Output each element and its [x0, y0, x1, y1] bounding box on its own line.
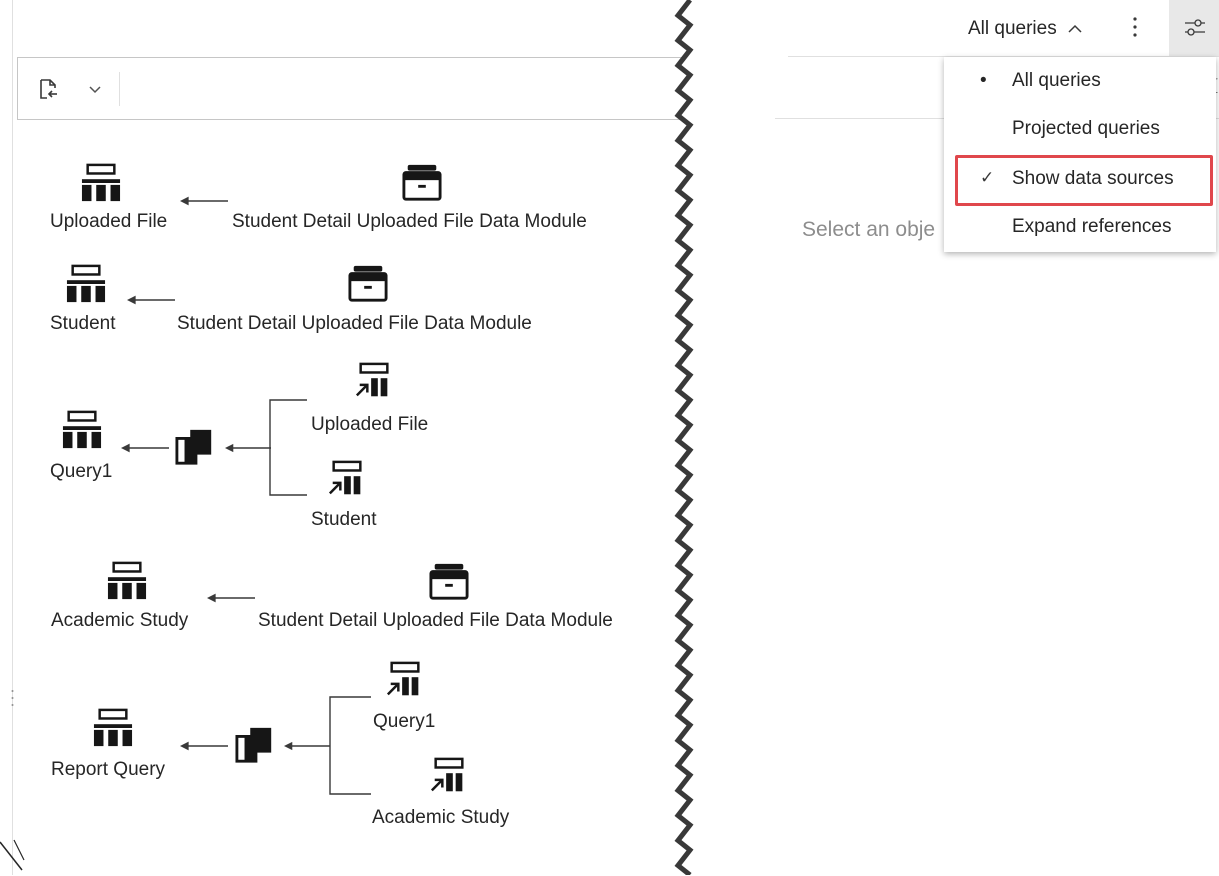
menu-item-expand-references[interactable]: Expand references [944, 203, 1216, 251]
arrow-left-icon [121, 442, 169, 454]
menu-item-label: All queries [1012, 70, 1101, 91]
table-icon[interactable] [92, 708, 134, 748]
join-icon[interactable] [234, 725, 276, 765]
menu-item-label: Projected queries [1012, 118, 1160, 139]
reference-table-icon[interactable] [326, 460, 368, 500]
query-selector-label: All queries [968, 18, 1057, 39]
chevron-down-icon[interactable] [88, 83, 102, 97]
menu-item-all-queries[interactable]: • All queries [944, 57, 1216, 105]
arrow-left-icon [284, 740, 330, 752]
node-label-uploaded-file[interactable]: Uploaded File [311, 414, 428, 436]
overflow-menu-vertical-icon[interactable] [1124, 12, 1146, 44]
arrow-left-icon [180, 195, 228, 207]
torn-edge-divider [674, 0, 730, 875]
node-label-student[interactable]: Student [50, 313, 116, 335]
bracket-connector [329, 696, 371, 795]
node-label-data-module[interactable]: Student Detail Uploaded File Data Module [258, 610, 613, 632]
toolbar-divider [119, 72, 120, 106]
properties-placeholder: Select an obje [802, 218, 936, 241]
join-icon[interactable] [174, 427, 216, 467]
settings-adjust-icon [1185, 19, 1205, 36]
reference-table-icon[interactable] [353, 362, 395, 402]
node-label-data-module[interactable]: Student Detail Uploaded File Data Module [232, 211, 587, 233]
node-label-academic-study[interactable]: Academic Study [372, 807, 509, 829]
node-label-query1[interactable]: Query1 [50, 461, 112, 483]
diagram-toolbar [17, 57, 707, 120]
highlight-annotation [955, 155, 1213, 206]
arrow-left-icon [225, 442, 271, 454]
query-selector-dropdown[interactable]: All queries [968, 15, 1083, 43]
chevron-up-icon [1068, 24, 1082, 33]
arrow-left-icon [180, 740, 228, 752]
node-label-student[interactable]: Student [311, 509, 377, 531]
document-export-icon[interactable] [38, 78, 60, 100]
arrow-left-icon [127, 294, 175, 306]
settings-adjust-button[interactable] [1169, 0, 1219, 56]
reference-table-icon[interactable] [428, 757, 470, 797]
left-panel-border [12, 0, 13, 875]
selected-dot-icon: • [980, 70, 987, 91]
node-label-query1[interactable]: Query1 [373, 711, 435, 733]
resize-handle-icon[interactable] [11, 688, 14, 708]
table-icon[interactable] [80, 163, 122, 203]
table-icon[interactable] [106, 561, 148, 601]
arrow-left-icon [207, 592, 255, 604]
reference-table-icon[interactable] [384, 661, 426, 701]
node-label-academic-study[interactable]: Academic Study [51, 610, 188, 632]
data-module-icon[interactable] [428, 562, 470, 602]
data-module-icon[interactable] [401, 163, 443, 203]
menu-item-projected-queries[interactable]: Projected queries [944, 105, 1216, 153]
table-icon[interactable] [65, 264, 107, 304]
node-label-report-query[interactable]: Report Query [51, 759, 165, 781]
data-module-icon[interactable] [347, 264, 389, 304]
resize-corner-icon [0, 839, 25, 871]
table-icon[interactable] [61, 410, 103, 450]
bracket-connector [269, 399, 307, 496]
menu-item-label: Expand references [1012, 216, 1172, 237]
node-label-data-module[interactable]: Student Detail Uploaded File Data Module [177, 313, 532, 335]
node-label-uploaded-file[interactable]: Uploaded File [50, 211, 167, 233]
